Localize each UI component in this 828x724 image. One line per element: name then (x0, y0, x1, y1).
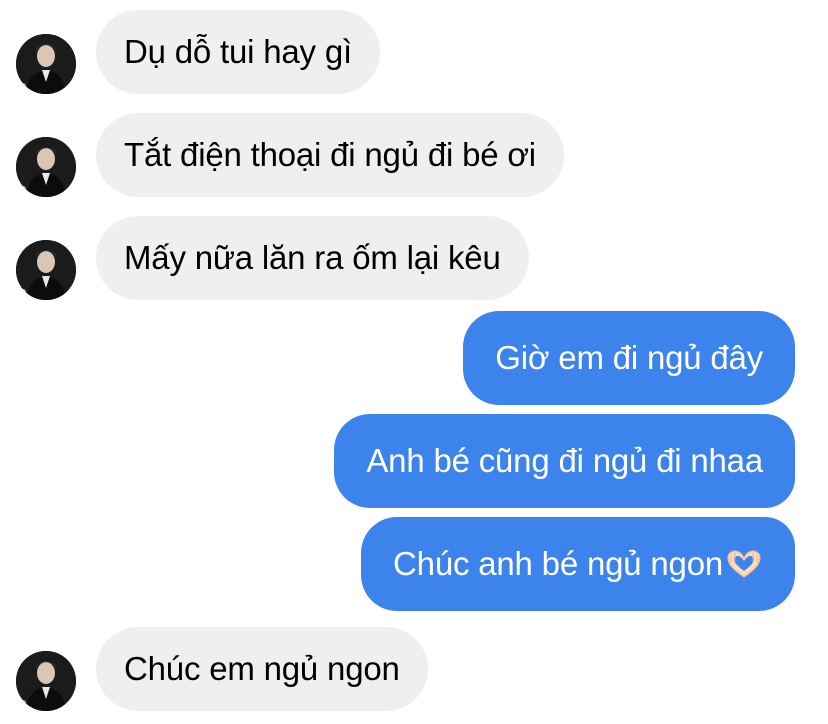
message-text: Mấy nữa lăn ra ốm lại kêu (124, 239, 501, 276)
outgoing-message-bubble[interactable]: Anh bé cũng đi ngủ đi nhaa (334, 414, 795, 508)
message-row-incoming: Tắt điện thoại đi ngủ đi bé ơi (0, 113, 828, 197)
message-text: Anh bé cũng đi ngủ đi nhaa (366, 442, 763, 479)
contact-avatar[interactable] (16, 34, 76, 94)
message-row-incoming: Chúc em ngủ ngon (0, 627, 828, 711)
contact-avatar[interactable] (16, 137, 76, 197)
message-text: Giờ em đi ngủ đây (495, 339, 763, 376)
message-row-incoming: Dụ dỗ tui hay gì (0, 10, 828, 94)
person-silhouette-icon (16, 240, 76, 300)
message-text: Dụ dỗ tui hay gì (124, 33, 352, 70)
incoming-message-bubble[interactable]: Chúc em ngủ ngon (96, 627, 428, 711)
contact-avatar[interactable] (16, 240, 76, 300)
person-silhouette-icon (16, 137, 76, 197)
contact-avatar[interactable] (16, 651, 76, 711)
incoming-message-bubble[interactable]: Mấy nữa lăn ra ốm lại kêu (96, 216, 529, 300)
message-text: Tắt điện thoại đi ngủ đi bé ơi (124, 136, 536, 173)
heart-hands-emoji (725, 548, 763, 588)
message-row-incoming: Mấy nữa lăn ra ốm lại kêu (0, 216, 828, 300)
incoming-message-bubble[interactable]: Dụ dỗ tui hay gì (96, 10, 380, 94)
incoming-message-bubble[interactable]: Tắt điện thoại đi ngủ đi bé ơi (96, 113, 564, 197)
message-text: Chúc anh bé ngủ ngon (393, 545, 723, 582)
message-row-outgoing: Giờ em đi ngủ đây (0, 311, 828, 405)
message-text: Chúc em ngủ ngon (124, 650, 400, 687)
outgoing-message-bubble[interactable]: Chúc anh bé ngủ ngon (361, 517, 795, 611)
message-row-outgoing: Anh bé cũng đi ngủ đi nhaa (0, 414, 828, 508)
message-row-outgoing: Chúc anh bé ngủ ngon (0, 517, 828, 611)
outgoing-message-bubble[interactable]: Giờ em đi ngủ đây (463, 311, 795, 405)
person-silhouette-icon (16, 34, 76, 94)
person-silhouette-icon (16, 651, 76, 711)
